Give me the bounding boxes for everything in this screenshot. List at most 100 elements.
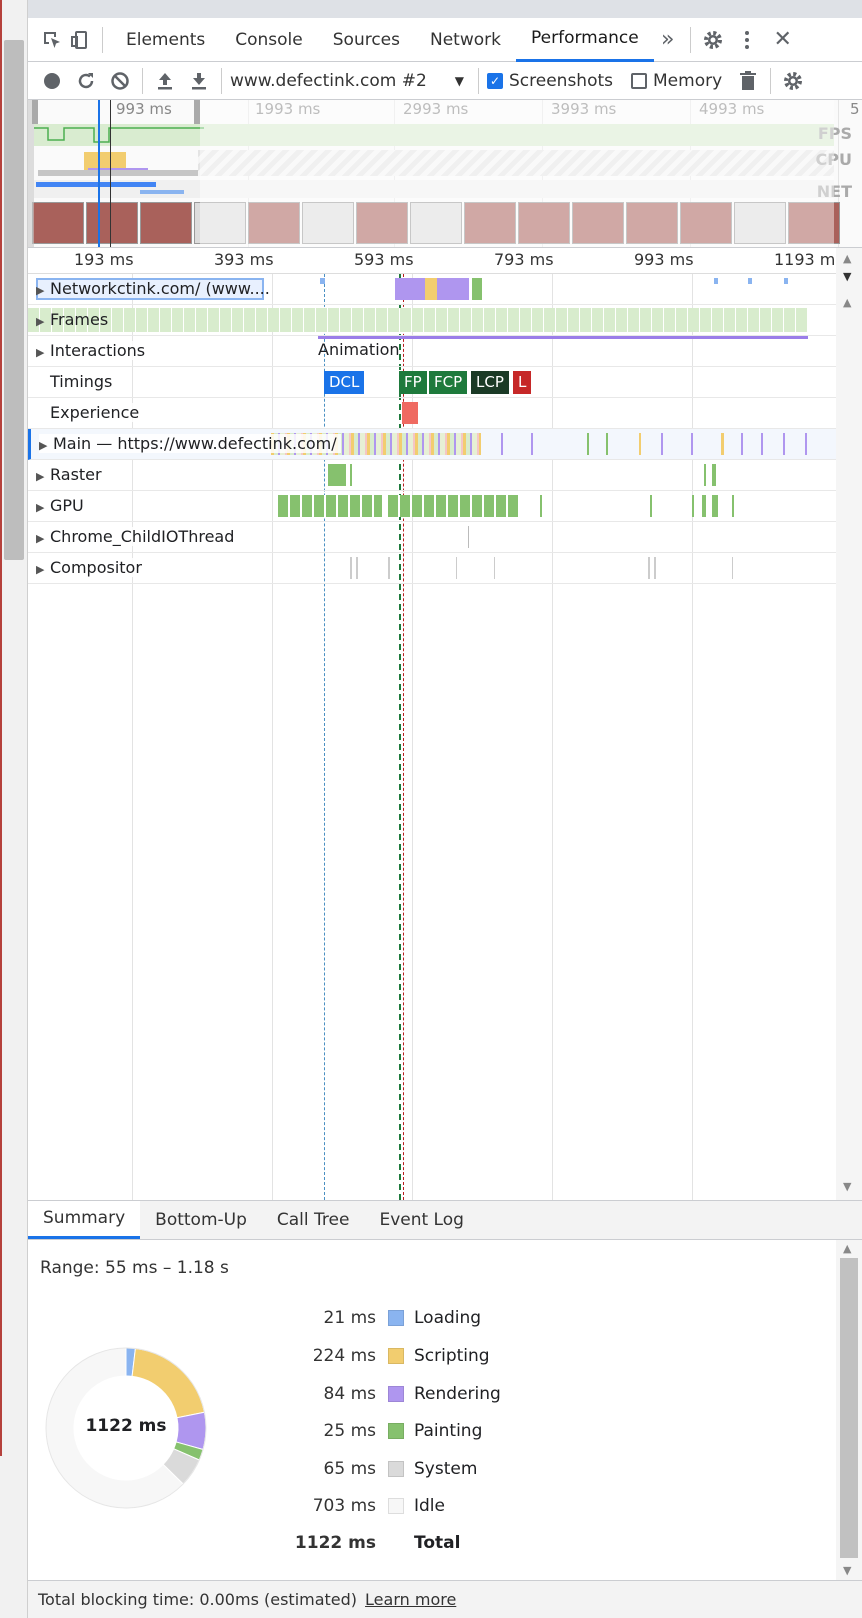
track-gpu[interactable]: ▶ GPU xyxy=(28,491,836,522)
expand-arrow-icon[interactable]: ▶ xyxy=(36,284,50,297)
overview-marker xyxy=(110,100,111,247)
close-icon[interactable]: ✕ xyxy=(769,26,797,54)
expand-arrow-icon[interactable]: ▶ xyxy=(39,439,53,452)
layout-shift-block[interactable] xyxy=(402,402,418,424)
scroll-up-icon[interactable]: ▲ xyxy=(843,1242,851,1255)
tab-call-tree[interactable]: Call Tree xyxy=(262,1201,365,1239)
track-main[interactable]: ▶ Main — https://www.defectink.com/ xyxy=(28,429,836,460)
memory-checkbox[interactable] xyxy=(631,72,648,89)
profile-select[interactable]: www.defectink.com #2 ▼ xyxy=(230,71,470,91)
compositor-task xyxy=(654,557,656,579)
marker-dcl[interactable]: DCL xyxy=(324,371,365,394)
scroll-up-icon[interactable]: ▲ xyxy=(843,296,851,309)
track-name: Timings xyxy=(50,372,113,391)
raster-task xyxy=(350,464,352,486)
learn-more-link[interactable]: Learn more xyxy=(365,1590,456,1609)
inspect-element-icon[interactable] xyxy=(38,26,66,54)
track-timings[interactable]: DCL FP FCP LCP L Timings xyxy=(28,367,836,398)
summary-label: System xyxy=(414,1459,478,1479)
track-raster[interactable]: ▶ Raster xyxy=(28,460,836,491)
tab-event-log[interactable]: Event Log xyxy=(364,1201,478,1239)
track-label: ▶ GPU xyxy=(36,496,88,515)
main-task xyxy=(606,433,608,455)
net-request-bar xyxy=(36,182,156,187)
track-name: Experience xyxy=(50,403,140,422)
reload-record-icon[interactable] xyxy=(72,67,100,95)
expand-arrow-icon[interactable]: ▶ xyxy=(36,315,50,328)
trash-icon[interactable] xyxy=(734,67,762,95)
main-task xyxy=(501,433,503,455)
expand-arrow-icon[interactable]: ▶ xyxy=(36,532,50,545)
overview-tick: 5 xyxy=(850,100,860,118)
tab-console[interactable]: Console xyxy=(220,18,318,62)
summary-value: 21 ms xyxy=(323,1308,376,1328)
tab-network[interactable]: Network xyxy=(415,18,516,62)
page-scrollbar[interactable] xyxy=(0,0,28,1618)
main-task xyxy=(661,433,663,455)
save-profile-icon[interactable] xyxy=(185,67,213,95)
marker-lcp[interactable]: LCP xyxy=(471,371,509,394)
summary-row-scripting: 224 ms Scripting xyxy=(268,1342,490,1370)
marker-fcp[interactable]: FCP xyxy=(429,371,468,394)
expand-arrow-icon[interactable]: ▶ xyxy=(36,501,50,514)
summary-value: 25 ms xyxy=(323,1421,376,1441)
legend-swatch xyxy=(388,1498,404,1514)
expand-arrow-icon[interactable]: ▶ xyxy=(36,470,50,483)
divider xyxy=(478,67,479,94)
tab-summary[interactable]: Summary xyxy=(28,1201,141,1239)
gpu-task xyxy=(732,495,734,517)
tab-elements[interactable]: Elements xyxy=(111,18,220,62)
selection-left-handle[interactable] xyxy=(32,100,38,124)
overview-tick: 993 ms xyxy=(116,100,172,118)
track-interactions[interactable]: Animation ▶ Interactions xyxy=(28,336,836,367)
divider xyxy=(221,67,222,94)
track-experience[interactable]: Experience xyxy=(28,398,836,429)
flame-chart[interactable]: ▶ Networkctink.com/ (www.... ▶ Frames Anim… xyxy=(28,274,836,1200)
compositor-task xyxy=(732,557,733,579)
page-scrollbar-thumb[interactable] xyxy=(4,40,24,560)
track-label: ▶ Interactions xyxy=(36,341,150,360)
summary-scrollbar-thumb[interactable] xyxy=(840,1258,858,1558)
network-block xyxy=(748,278,752,284)
summary-row-loading: 21 ms Loading xyxy=(268,1304,482,1332)
ruler-tick: 193 ms xyxy=(74,250,134,269)
compositor-task xyxy=(494,557,495,579)
screenshots-checkbox[interactable]: ✓ xyxy=(487,72,503,89)
track-compositor[interactable]: ▶ Compositor xyxy=(28,553,836,584)
more-tabs-icon[interactable]: » xyxy=(654,26,682,54)
scroll-up-icon[interactable]: ▲ xyxy=(843,252,851,265)
network-block xyxy=(714,278,718,284)
clear-icon[interactable] xyxy=(106,67,134,95)
scroll-down-icon[interactable]: ▼ xyxy=(843,1180,851,1193)
main-task xyxy=(761,433,763,455)
summary-scrollbar[interactable]: ▲ ▼ xyxy=(836,1240,862,1580)
settings-gear-icon[interactable] xyxy=(699,26,727,54)
raster-task xyxy=(704,464,706,486)
marker-fp[interactable]: FP xyxy=(399,371,427,394)
scroll-down-icon[interactable]: ▼ xyxy=(843,1564,851,1577)
expand-arrow-icon[interactable]: ▶ xyxy=(36,346,50,359)
track-chrome-childio[interactable]: ▶ Chrome_ChildIOThread xyxy=(28,522,836,553)
tab-performance[interactable]: Performance xyxy=(515,18,654,62)
scroll-down-icon[interactable]: ▼ xyxy=(843,270,851,283)
track-frames[interactable]: ▶ Frames xyxy=(28,305,836,336)
summary-row-rendering: 84 ms Rendering xyxy=(268,1380,501,1408)
track-network[interactable]: ▶ Networkctink.com/ (www.... xyxy=(28,274,836,305)
timeline-overview[interactable]: 993 ms 1993 ms 2993 ms 3993 ms 4993 ms 5… xyxy=(28,100,862,248)
expand-arrow-icon[interactable]: ▶ xyxy=(36,563,50,576)
record-icon[interactable] xyxy=(38,67,66,95)
marker-load[interactable]: L xyxy=(513,371,532,394)
tab-bottom-up[interactable]: Bottom-Up xyxy=(140,1201,262,1239)
io-task xyxy=(468,526,469,548)
more-options-icon[interactable] xyxy=(733,26,761,54)
selection-right-handle[interactable] xyxy=(194,100,200,124)
device-toolbar-icon[interactable] xyxy=(66,26,94,54)
capture-settings-gear-icon[interactable] xyxy=(779,67,807,95)
flame-chart-scrollbar[interactable]: ▲ ▼ ▲ ▼ xyxy=(836,248,862,1200)
tab-sources[interactable]: Sources xyxy=(318,18,415,62)
summary-value: 65 ms xyxy=(323,1459,376,1479)
memory-label: Memory xyxy=(653,70,723,91)
summary-row-total: 1122 ms Total xyxy=(268,1529,461,1557)
legend-swatch xyxy=(388,1386,404,1402)
load-profile-icon[interactable] xyxy=(151,67,179,95)
